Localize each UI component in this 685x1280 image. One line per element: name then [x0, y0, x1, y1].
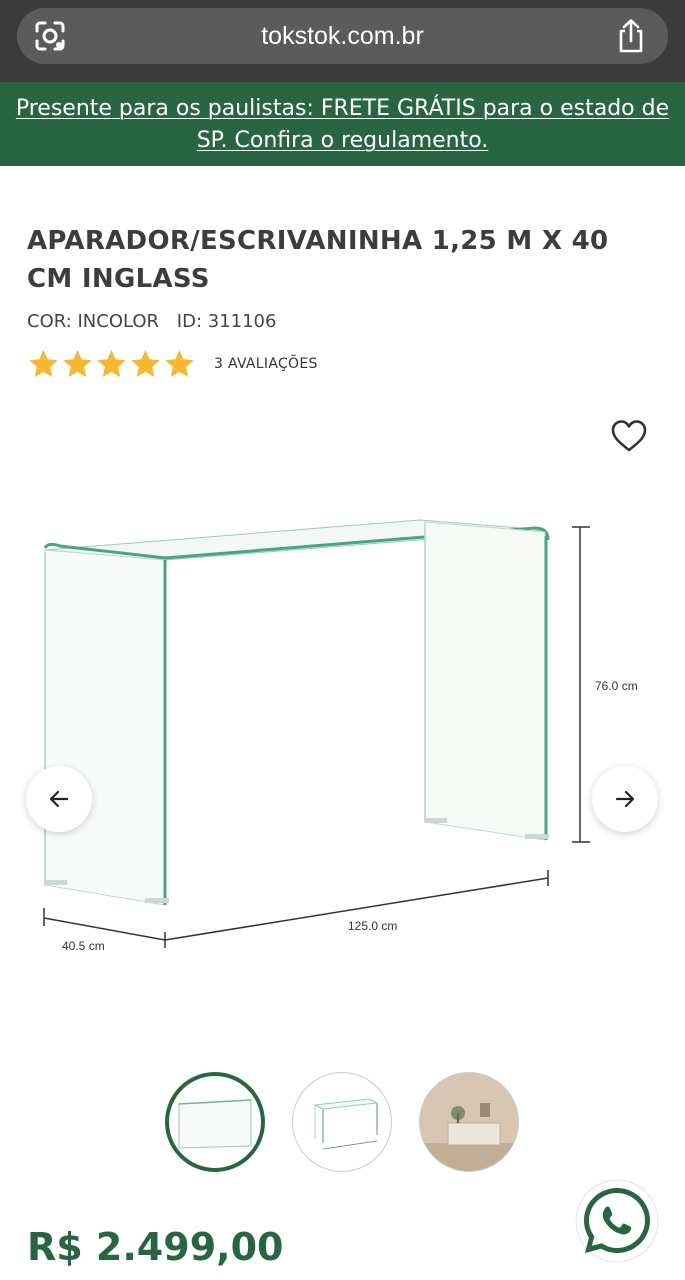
thumbnail-table-image [313, 1098, 379, 1150]
star-icon [131, 349, 160, 377]
promo-banner[interactable]: Presente para os paulistas: FRETE GRÁTIS… [0, 82, 685, 166]
star-icon [165, 349, 194, 377]
address-bar[interactable]: tokstok.com.br [17, 8, 668, 64]
arrow-left-icon [49, 790, 69, 808]
thumbnail-2[interactable] [292, 1072, 392, 1172]
promo-link[interactable]: Presente para os paulistas: FRETE GRÁTIS… [10, 93, 675, 157]
star-icon [97, 349, 126, 377]
height-dimension: 76.0 cm [595, 679, 638, 693]
product-image[interactable]: 76.0 cm 125.0 cm 40.5 cm [20, 500, 660, 970]
rating-stars [27, 348, 197, 381]
star-icon [63, 349, 92, 377]
depth-dimension: 40.5 cm [62, 939, 105, 953]
reviews-count[interactable]: 3 AVALIAÇÕES [214, 356, 318, 372]
url-text[interactable]: tokstok.com.br [17, 22, 668, 51]
product-title: APARADOR/ESCRIVANINHA 1,25 M X 40 CM ING… [27, 226, 609, 294]
star-icon [29, 349, 58, 377]
previous-image-button[interactable] [26, 766, 92, 832]
whatsapp-icon[interactable] [574, 1178, 660, 1264]
product-id: ID: 311106 [176, 311, 277, 332]
next-image-button[interactable] [592, 766, 658, 832]
thumbnail-table-image [178, 1099, 252, 1149]
product-meta: COR: INCOLOR ID: 311106 [27, 311, 276, 332]
share-icon[interactable] [614, 18, 648, 54]
width-dimension: 125.0 cm [348, 919, 397, 933]
product-color: COR: INCOLOR [27, 311, 160, 332]
thumbnail-room-image [420, 1073, 518, 1171]
arrow-right-icon [615, 790, 635, 808]
thumbnail-3[interactable] [419, 1072, 519, 1172]
heart-icon[interactable] [610, 418, 648, 454]
thumbnail-1-selected[interactable] [165, 1072, 265, 1172]
browser-toolbar: tokstok.com.br [0, 0, 685, 82]
product-price: R$ 2.499,00 [27, 1225, 284, 1269]
product-rating[interactable]: 3 AVALIAÇÕES [27, 346, 318, 382]
